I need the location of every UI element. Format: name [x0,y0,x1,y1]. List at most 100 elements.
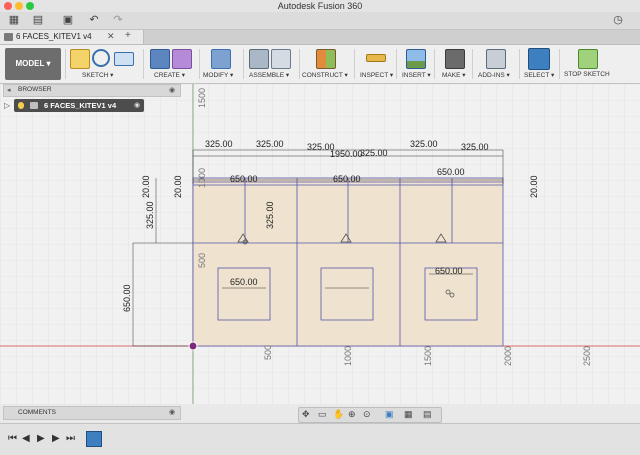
dimension-label[interactable]: 20.00 [173,175,183,198]
play-icon[interactable]: ▶ [37,433,45,444]
add-ins-group[interactable]: ADD-INS ▾ [476,45,516,83]
sketch-menu-label: SKETCH ▾ [82,72,114,79]
dimension-label[interactable]: 650.00 [230,174,258,184]
dimension-label[interactable]: 20.00 [529,175,539,198]
workspace-switcher[interactable]: MODEL ▾ [5,48,61,80]
scripts-icon[interactable] [486,49,506,69]
spline-icon[interactable] [92,49,110,67]
comments-title: COMMENTS [18,409,56,416]
ruler-x-label: 2000 [503,346,513,366]
radio-icon[interactable]: ◉ [134,101,140,109]
assemble-group[interactable]: ASSEMBLE ▾ [247,45,297,83]
save-icon[interactable]: ▣ [62,14,74,26]
modify-group[interactable]: MODIFY ▾ [203,45,241,83]
step-back-icon[interactable]: ◀ [22,433,30,444]
step-forward-icon[interactable]: ▶ [52,433,60,444]
select-menu-label: SELECT ▾ [524,72,555,79]
insert-group[interactable]: INSERT ▾ [400,45,432,83]
comments-panel[interactable]: COMMENTS ◉ [3,406,181,420]
sketch-group[interactable]: SKETCH ▾ [68,45,134,83]
construct-group[interactable]: CONSTRUCT ▾ [302,45,352,83]
modify-menu-label: MODIFY ▾ [203,72,234,79]
dimension-label[interactable]: 650.00 [122,284,132,312]
dimension-label[interactable]: 325.00 [205,139,233,149]
quick-access-toolbar: ▦ ▤ ▣ ↶ ↷ ◷ [0,12,640,30]
display-settings-icon[interactable]: ▣ [385,409,394,420]
browser-title: BROWSER [18,86,52,93]
close-tab-icon[interactable]: ✕ [107,31,115,42]
lightbulb-icon[interactable] [18,102,24,109]
create-sketch-icon[interactable] [70,49,90,69]
dimension-label[interactable]: 650.00 [333,174,361,184]
create-menu-label: CREATE ▾ [154,72,185,79]
extrude-icon[interactable] [150,49,170,69]
ruler-y-label: 1500 [197,88,207,108]
stop-sketch-icon[interactable] [578,49,598,69]
dimension-label[interactable]: 325.00 [360,148,388,158]
dimension-label[interactable]: 1950.00 [330,149,363,159]
dimension-label[interactable]: 20.00 [141,175,151,198]
panel-options-icon[interactable]: ◉ [169,408,175,416]
file-menu-icon[interactable]: ▤ [32,14,44,26]
viewports-icon[interactable]: ▤ [423,409,432,420]
select-group[interactable]: SELECT ▾ [522,45,556,83]
dimension-label[interactable]: 325.00 [265,201,275,229]
joint-icon[interactable] [271,49,291,69]
offset-plane-icon[interactable] [316,49,336,69]
new-tab-icon[interactable]: + [125,30,131,41]
origin-point[interactable] [188,341,198,351]
dimension-label[interactable]: 325.00 [145,201,155,229]
collapse-icon[interactable]: ◂ [7,86,11,94]
undo-icon[interactable]: ↶ [88,14,100,26]
ribbon-divider [299,49,300,79]
browser-panel[interactable]: ◂ BROWSER ◉ [3,84,181,97]
ribbon-divider [354,49,355,79]
go-to-start-icon[interactable]: ⏮ [8,433,17,444]
assemble-menu-label: ASSEMBLE ▾ [249,72,290,79]
job-status-icon[interactable]: ◷ [612,14,624,26]
document-tab[interactable]: 6 FACES_KITEV1 v4 ✕ [0,30,144,44]
grid-settings-icon[interactable]: ▦ [404,409,413,420]
grid-menu-icon[interactable]: ▦ [8,14,20,26]
rectangle-icon[interactable] [114,52,134,66]
insert-menu-label: INSERT ▾ [402,72,431,79]
dimension-label[interactable]: 325.00 [256,139,284,149]
ribbon-divider [243,49,244,79]
expand-tree-icon[interactable]: ▷ [4,101,10,110]
ribbon-toolbar: MODEL ▾ SKETCH ▾ CREATE ▾ MODIFY ▾ ASSEM… [0,45,640,84]
go-to-end-icon[interactable]: ⏭ [66,433,75,444]
look-at-icon[interactable]: ▭ [318,409,327,420]
dimension-label[interactable]: 650.00 [435,266,463,276]
select-icon[interactable] [528,48,550,70]
make-group[interactable]: MAKE ▾ [440,45,470,83]
zoom-icon[interactable]: ⊕ [348,409,356,420]
inspect-group[interactable]: INSPECT ▾ [358,45,394,83]
dimension-label[interactable]: 650.00 [230,277,258,287]
orbit-icon[interactable]: ✥ [302,409,310,420]
ruler-y-label: 1000 [197,168,207,188]
document-icon [30,102,38,109]
browser-root-item[interactable]: 6 FACES_KITEV1 v4 ◉ [14,99,144,112]
insert-image-icon[interactable] [406,49,426,69]
timeline-sketch-feature-icon[interactable] [86,431,102,447]
pan-icon[interactable]: ✋ [333,409,344,420]
measure-icon[interactable] [366,54,386,62]
stop-sketch-group[interactable]: STOP SKETCH [562,45,610,83]
create-group[interactable]: CREATE ▾ [148,45,196,83]
document-icon [4,33,13,41]
dimension-label[interactable]: 325.00 [410,139,438,149]
ruler-x-label: 1500 [423,346,433,366]
panel-options-icon[interactable]: ◉ [169,86,175,94]
new-component-icon[interactable] [249,49,269,69]
ruler-y-label: 500 [197,253,207,268]
window-title: Autodesk Fusion 360 [277,1,363,11]
form-icon[interactable] [172,49,192,69]
zoom-window-icon[interactable]: ⊙ [363,409,371,420]
timeline: ⏮ ◀ ▶ ▶ ⏭ [0,423,640,455]
redo-icon[interactable]: ↷ [112,14,124,26]
dimension-label[interactable]: 650.00 [437,167,465,177]
design-canvas[interactable]: 325.00 325.00 325.00 325.00 325.00 325.0… [0,84,640,404]
press-pull-icon[interactable] [211,49,231,69]
dimension-label[interactable]: 325.00 [461,142,489,152]
3d-print-icon[interactable] [445,49,465,69]
